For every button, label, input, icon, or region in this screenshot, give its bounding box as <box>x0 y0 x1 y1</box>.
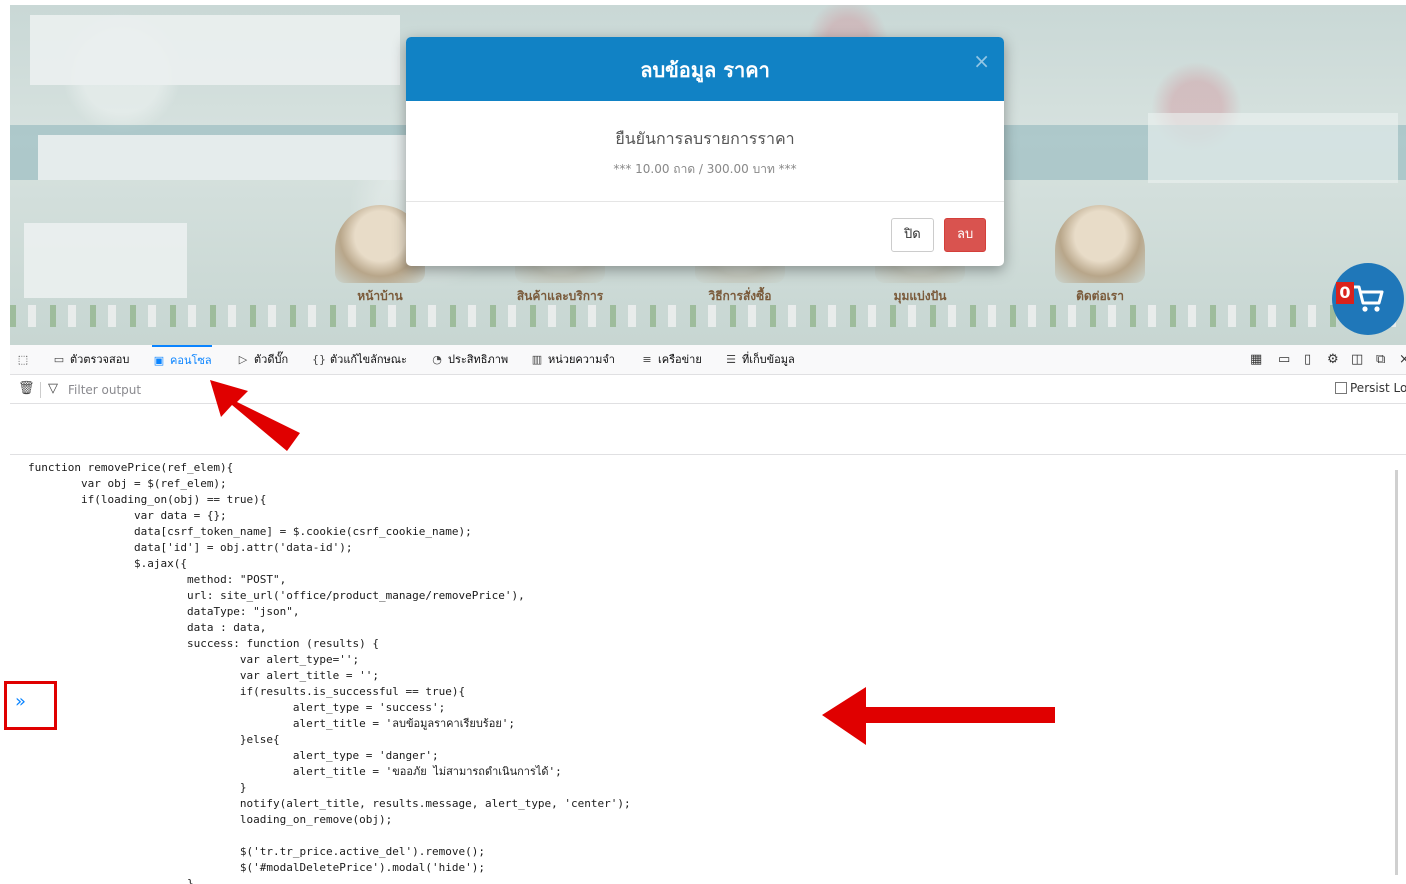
code-line[interactable]: } <box>28 877 194 884</box>
code-line[interactable]: } <box>28 781 247 794</box>
contact-icon <box>1055 205 1145 283</box>
code-line[interactable]: var obj = $(ref_elem); <box>28 477 227 490</box>
inspector-icon: ▭ <box>53 353 65 366</box>
split-console-icon[interactable]: ▭ <box>1278 345 1290 375</box>
modal-body: ยืนยันการลบรายการราคา *** 10.00 ถาด / 30… <box>406 101 1004 202</box>
nav-label: วิธีการสั่งซื้อ <box>708 289 772 303</box>
devtools-toolbar: ⬚ ▭ ตัวตรวจสอบ ▣ คอนโซล ▷ ตัวดีบั๊ก {} ตัวแก… <box>10 345 1406 375</box>
tab-label: ตัวดีบั๊ก <box>254 353 289 366</box>
filter-icon: ▽ <box>48 381 58 396</box>
cart-glyph <box>1353 285 1384 312</box>
style-editor-icon: {} <box>312 353 326 366</box>
nav-item-contact[interactable]: ติดต่อเรา <box>1030 205 1170 306</box>
console-output <box>10 405 1406 455</box>
tab-label: หน่วยความจำ <box>548 353 615 366</box>
network-icon: ≡ <box>642 353 652 366</box>
code-line[interactable]: $.ajax({ <box>28 557 187 570</box>
code-line[interactable]: data['id'] = obj.attr('data-id'); <box>28 541 353 554</box>
code-line[interactable]: loading_on_remove(obj); <box>28 813 392 826</box>
nav-label: สินค้าและบริการ <box>516 289 604 303</box>
tab-label: ตัวตรวจสอบ <box>70 353 130 366</box>
persist-logs-label: Persist Logs <box>1350 381 1406 395</box>
scrollbar[interactable] <box>1395 470 1398 875</box>
code-line[interactable]: alert_title = 'ลบข้อมูลราคาเรียบร้อย'; <box>28 717 515 730</box>
frame-picker-icon[interactable]: ▦ <box>1250 345 1262 375</box>
code-line[interactable]: alert_type = 'success'; <box>28 701 445 714</box>
console-icon: ▣ <box>153 354 165 367</box>
filter-output-input[interactable] <box>68 379 668 401</box>
nav-label: มุมแบ่งปัน <box>893 289 947 303</box>
tab-performance[interactable]: ◔ ประสิทธิภาพ <box>430 345 508 375</box>
delete-price-modal: ลบข้อมูล ราคา × ยืนยันการลบรายการราคา **… <box>406 37 1004 266</box>
console-prompt-icon[interactable]: » <box>15 691 26 712</box>
highlight-box: » <box>4 681 57 730</box>
code-line[interactable]: alert_type = 'danger'; <box>28 749 439 762</box>
close-button[interactable]: ปิด <box>891 218 934 252</box>
persist-logs-checkbox[interactable]: Persist Logs <box>1335 381 1406 395</box>
checkbox-icon <box>1335 382 1347 394</box>
tab-label: ประสิทธิภาพ <box>448 353 509 366</box>
code-line[interactable]: function removePrice(ref_elem){ <box>28 461 233 474</box>
account-area <box>1148 113 1398 183</box>
debugger-icon: ▷ <box>238 353 248 366</box>
close-devtools-icon[interactable]: × <box>1399 345 1406 375</box>
tab-memory[interactable]: ▥ หน่วยความจำ <box>530 345 615 375</box>
code-line[interactable]: url: site_url('office/product_manage/rem… <box>28 589 525 602</box>
tab-label: ตัวแก้ไขลักษณะ <box>330 353 407 366</box>
memory-icon: ▥ <box>531 353 543 366</box>
gear-icon[interactable]: ⚙ <box>1327 345 1339 375</box>
responsive-mode-icon[interactable]: ▯ <box>1304 345 1311 375</box>
tab-storage[interactable]: ☰ ที่เก็บข้อมูล <box>724 345 795 375</box>
close-icon[interactable]: × <box>973 49 990 73</box>
tab-label: คอนโซล <box>170 354 212 367</box>
tab-label: เครือข่าย <box>658 353 702 366</box>
modal-footer: ปิด ลบ <box>406 202 1004 266</box>
separate-window-icon[interactable]: ⧉ <box>1376 345 1385 375</box>
code-line[interactable]: data : data, <box>28 621 266 634</box>
code-content[interactable]: function removePrice(ref_elem){ var obj … <box>28 460 631 884</box>
element-picker-icon[interactable]: ⬚ <box>16 345 34 375</box>
code-line[interactable]: data[csrf_token_name] = $.cookie(csrf_co… <box>28 525 472 538</box>
tab-network[interactable]: ≡ เครือข่าย <box>640 345 702 375</box>
code-line[interactable]: var alert_title = ''; <box>28 669 379 682</box>
cart-count-badge: 0 <box>1336 282 1354 304</box>
side-panel <box>24 223 187 298</box>
screenshot-root: หน้าบ้าน สินค้าและบริการ วิธีการสั่งซื้อ… <box>0 0 1406 884</box>
code-line[interactable]: alert_title = 'ขออภัย ไม่สามารถดำเนินการ… <box>28 765 562 778</box>
console-filter-bar: 🗑 ▽ Persist Logs <box>10 376 1406 404</box>
code-line[interactable]: success: function (results) { <box>28 637 379 650</box>
code-line[interactable]: if(loading_on(obj) == true){ <box>28 493 266 506</box>
modal-question: ยืนยันการลบรายการราคา <box>615 129 795 148</box>
modal-title: ลบข้อมูล ราคา <box>640 58 770 82</box>
tab-inspector[interactable]: ▭ ตัวตรวจสอบ <box>52 345 130 375</box>
tab-console[interactable]: ▣ คอนโซล <box>152 345 212 375</box>
storage-icon: ☰ <box>726 353 736 366</box>
modal-header: ลบข้อมูล ราคา × <box>406 37 1004 101</box>
performance-icon: ◔ <box>432 353 442 366</box>
nav-label: ติดต่อเรา <box>1076 289 1124 303</box>
nav-label: หน้าบ้าน <box>357 289 403 303</box>
tab-debugger[interactable]: ▷ ตัวดีบั๊ก <box>236 345 288 375</box>
trash-icon[interactable]: 🗑 <box>18 381 35 396</box>
code-line[interactable]: dataType: "json", <box>28 605 300 618</box>
code-line[interactable]: notify(alert_title, results.message, ale… <box>28 797 631 810</box>
code-line[interactable]: var alert_type=''; <box>28 653 359 666</box>
divider <box>40 382 41 398</box>
code-line[interactable]: if(results.is_successful == true){ <box>28 685 465 698</box>
tab-style-editor[interactable]: {} ตัวแก้ไขลักษณะ <box>312 345 407 375</box>
search-area <box>38 135 408 180</box>
dock-side-icon[interactable]: ◫ <box>1351 345 1363 375</box>
code-line[interactable]: $('#modalDeletePrice').modal('hide'); <box>28 861 485 874</box>
code-line[interactable]: $('tr.tr_price.active_del').remove(); <box>28 845 485 858</box>
modal-detail: *** 10.00 ถาด / 300.00 บาท *** <box>613 162 797 176</box>
tab-label: ที่เก็บข้อมูล <box>742 353 795 366</box>
flower-border <box>10 305 1406 327</box>
code-line[interactable]: }else{ <box>28 733 280 746</box>
code-line[interactable]: var data = {}; <box>28 509 227 522</box>
console-input-editor[interactable]: function removePrice(ref_elem){ var obj … <box>10 456 1406 884</box>
code-line[interactable]: method: "POST", <box>28 573 286 586</box>
logo-area <box>30 15 400 85</box>
delete-button[interactable]: ลบ <box>944 218 987 252</box>
